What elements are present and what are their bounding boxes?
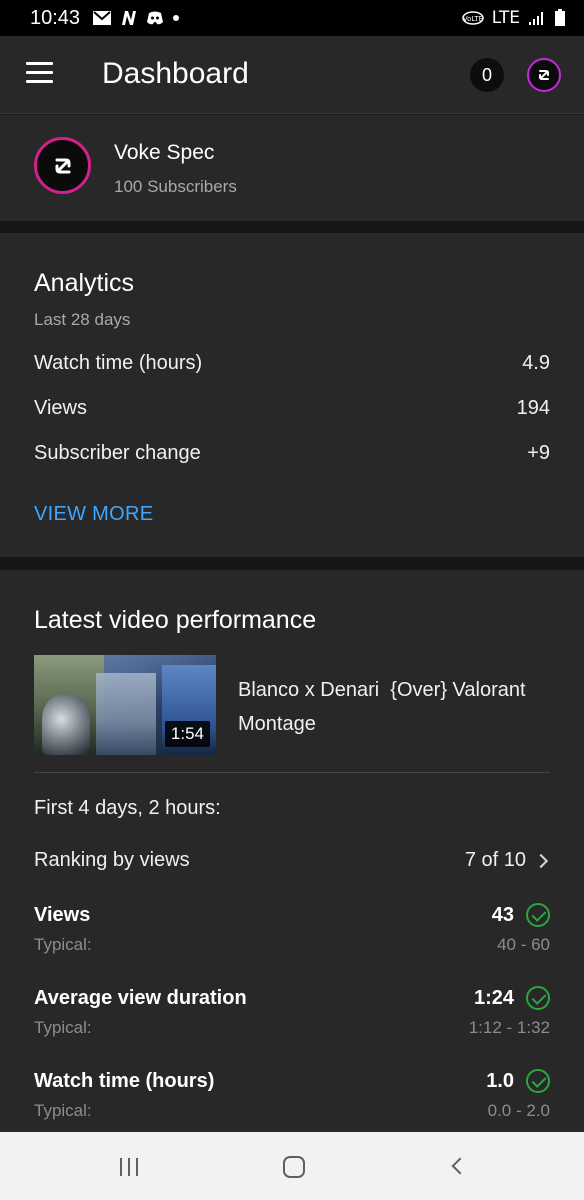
video-title[interactable]: Blanco x Denari {Over} Valorant Montage [238, 673, 558, 741]
metric-label: Watch time (hours) [34, 352, 203, 374]
ranking-row[interactable]: Ranking by views 7 of 10 [34, 849, 550, 872]
metric-row: Watch time (hours) 4.9 [34, 352, 550, 375]
channel-name: Voke Spec [114, 141, 215, 164]
performance-period: First 4 days, 2 hours: [34, 797, 221, 819]
check-circle-icon [526, 986, 550, 1010]
check-circle-icon [526, 1069, 550, 1093]
latest-video-title: Latest video performance [34, 606, 317, 634]
metric-value: +9 [527, 442, 550, 464]
divider [34, 772, 550, 773]
metric-value: 4.9 [522, 352, 550, 374]
discord-icon [146, 10, 164, 26]
metric-value: 194 [516, 397, 550, 419]
status-right: VoLTE LTE [461, 8, 566, 28]
metric-row: Views 194 [34, 397, 550, 420]
metric-label: Subscriber change [34, 442, 201, 464]
battery-icon [554, 9, 566, 27]
back-icon[interactable] [451, 1157, 469, 1175]
latest-video-card: Latest video performance 1:54 Blanco x D… [0, 570, 584, 1132]
typical-range: 1:12 - 1:32 [468, 1018, 550, 1037]
volte-icon: VoLTE [461, 10, 484, 26]
channel-logo-icon [539, 70, 549, 80]
metric-row: Subscriber change +9 [34, 442, 550, 465]
n-app-icon [120, 10, 138, 26]
app-bar: Dashboard 0 [0, 36, 584, 114]
menu-icon[interactable] [26, 62, 53, 84]
system-nav-bar [0, 1132, 584, 1200]
gmail-icon [92, 10, 112, 26]
check-circle-icon [526, 903, 550, 927]
perf-metric-label: Average view duration [34, 986, 247, 1009]
status-bar: 10:43 VoLTE LTE [0, 0, 584, 36]
analytics-title: Analytics [34, 269, 135, 297]
notification-count: 0 [481, 64, 492, 85]
chevron-right-icon [533, 853, 549, 868]
perf-metric-label: Watch time (hours) [34, 1069, 215, 1092]
subscriber-count: 100 Subscribers [114, 177, 237, 196]
status-time: 10:43 [30, 6, 81, 29]
dot-icon [172, 14, 180, 22]
perf-metric-value: 1.0 [486, 1069, 514, 1092]
perf-metric-views: Views 43 Typical: 40 - 60 [34, 903, 550, 955]
ranking-label: Ranking by views [34, 849, 190, 871]
view-more-button[interactable]: VIEW MORE [34, 503, 153, 526]
perf-metric-value: 1:24 [473, 986, 514, 1009]
network-type: LTE [491, 8, 520, 28]
perf-metric-value: 43 [491, 903, 514, 926]
channel-logo-icon [55, 158, 70, 173]
signal-icon [528, 10, 546, 26]
ranking-value: 7 of 10 [464, 849, 526, 871]
notification-button[interactable]: 0 [470, 58, 504, 92]
analytics-card: Analytics Last 28 days Watch time (hours… [0, 233, 584, 557]
metric-label: Views [34, 397, 87, 419]
perf-metric-label: Views [34, 903, 91, 926]
video-duration: 1:54 [164, 721, 210, 747]
recent-apps-icon[interactable] [120, 1158, 138, 1176]
svg-text:VoLTE: VoLTE [463, 15, 483, 23]
page-title: Dashboard [102, 57, 249, 90]
typical-range: 40 - 60 [497, 935, 550, 954]
typical-label: Typical: [34, 935, 92, 954]
perf-metric-avg-duration: Average view duration 1:24 Typical: 1:12… [34, 986, 550, 1038]
notification-icons [92, 10, 180, 26]
account-avatar[interactable] [527, 58, 561, 92]
typical-label: Typical: [34, 1101, 92, 1120]
home-icon[interactable] [283, 1156, 305, 1178]
perf-metric-watch-time: Watch time (hours) 1.0 Typical: 0.0 - 2.… [34, 1069, 550, 1121]
typical-label: Typical: [34, 1018, 92, 1037]
video-thumbnail[interactable]: 1:54 [34, 655, 216, 755]
analytics-period: Last 28 days [34, 310, 131, 329]
typical-range: 0.0 - 2.0 [487, 1101, 550, 1120]
channel-avatar [34, 137, 91, 194]
channel-card[interactable]: Voke Spec 100 Subscribers [0, 115, 584, 221]
